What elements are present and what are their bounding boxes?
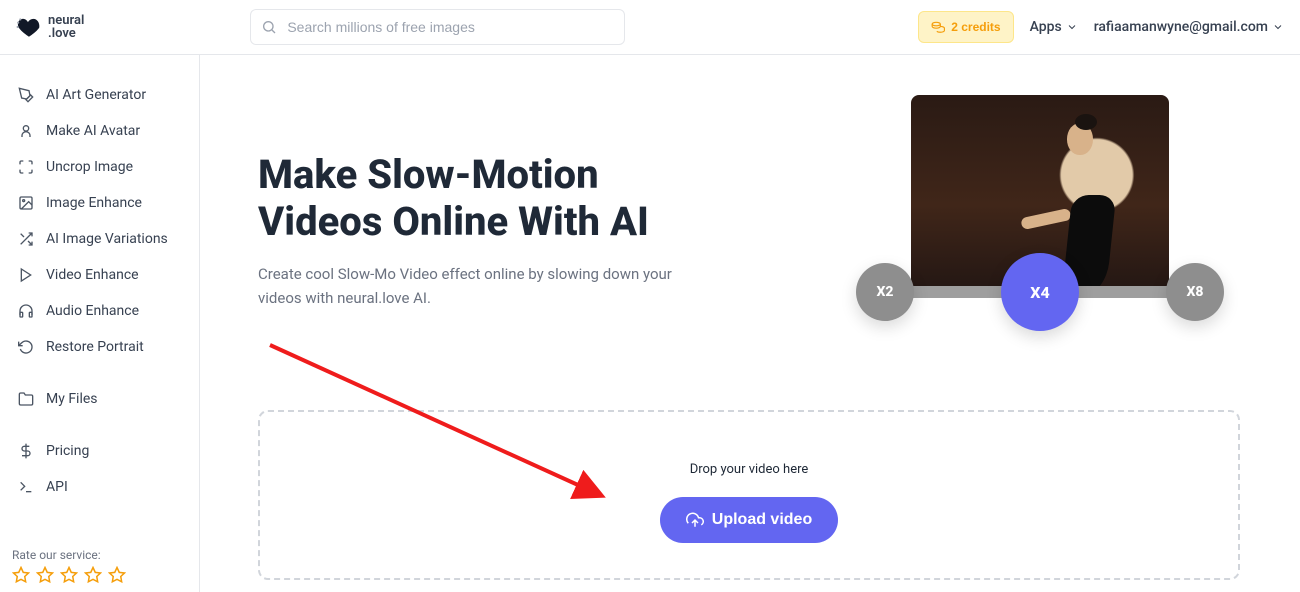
search-bar[interactable] (250, 9, 625, 45)
sidebar-secondary: My Files (0, 381, 199, 417)
speed-selector[interactable]: X2 X4 X8 (856, 253, 1224, 331)
upload-dropzone[interactable]: Drop your video here Upload video (258, 410, 1240, 580)
sidebar-item-my-files[interactable]: My Files (0, 381, 199, 417)
terminal-icon (18, 479, 34, 495)
credits-label: 2 credits (951, 20, 1000, 34)
star-icon[interactable] (108, 566, 126, 584)
star-icon[interactable] (36, 566, 54, 584)
sidebar-item-make-ai-avatar[interactable]: Make AI Avatar (0, 113, 199, 149)
sidebar-item-label: AI Image Variations (46, 231, 168, 247)
brand-name: neural .love (48, 14, 84, 40)
topbar: neural .love 2 credits Apps rafiaamanwyn… (0, 0, 1300, 55)
sidebar-item-label: Uncrop Image (46, 159, 133, 175)
sidebar-item-label: Video Enhance (46, 267, 139, 283)
star-icon[interactable] (60, 566, 78, 584)
speed-option-x8[interactable]: X8 (1166, 263, 1224, 321)
speed-option-x2[interactable]: X2 (856, 263, 914, 321)
sidebar-item-pricing[interactable]: Pricing (0, 433, 199, 469)
uncrop-icon (18, 159, 34, 175)
search-input[interactable] (285, 18, 614, 36)
sidebar-item-label: Image Enhance (46, 195, 142, 211)
sidebar-item-video-enhance[interactable]: Video Enhance (0, 257, 199, 293)
credits-badge[interactable]: 2 credits (918, 11, 1013, 43)
sidebar-item-ai-image-variations[interactable]: AI Image Variations (0, 221, 199, 257)
user-email: rafiaamanwyne@gmail.com (1094, 19, 1268, 35)
sidebar-primary: AI Art Generator Make AI Avatar Uncrop I… (0, 77, 199, 365)
sidebar-item-audio-enhance[interactable]: Audio Enhance (0, 293, 199, 329)
dropzone-hint: Drop your video here (690, 462, 809, 477)
star-icon[interactable] (12, 566, 30, 584)
enhance-image-icon (18, 195, 34, 211)
apps-menu[interactable]: Apps (1030, 19, 1078, 35)
sidebar-item-label: Pricing (46, 443, 89, 459)
rating-stars[interactable] (12, 566, 187, 584)
main-content: Make Slow-Motion Videos Online With AI C… (200, 55, 1300, 592)
sidebar-item-label: Make AI Avatar (46, 123, 140, 139)
avatar-icon (18, 123, 34, 139)
sidebar-tertiary: Pricing API (0, 433, 199, 505)
folder-icon (18, 391, 34, 407)
account-menu[interactable]: rafiaamanwyne@gmail.com (1094, 19, 1284, 35)
search-icon (261, 19, 277, 35)
sidebar-item-api[interactable]: API (0, 469, 199, 505)
sidebar-item-uncrop-image[interactable]: Uncrop Image (0, 149, 199, 185)
pen-icon (18, 87, 34, 103)
rate-service: Rate our service: (12, 548, 187, 584)
sidebar-item-label: Restore Portrait (46, 339, 144, 355)
apps-label: Apps (1030, 19, 1062, 35)
sidebar-item-restore-portrait[interactable]: Restore Portrait (0, 329, 199, 365)
play-icon (18, 267, 34, 283)
brand-logo[interactable]: neural .love (16, 14, 84, 40)
sidebar-item-label: Audio Enhance (46, 303, 139, 319)
upload-button-label: Upload video (712, 511, 812, 529)
sidebar-item-label: My Files (46, 391, 98, 407)
chevron-down-icon (1066, 21, 1078, 33)
coins-icon (931, 20, 945, 34)
variations-icon (18, 231, 34, 247)
page-title: Make Slow-Motion Videos Online With AI (258, 151, 698, 245)
upload-video-button[interactable]: Upload video (660, 497, 838, 543)
sidebar-item-ai-art-generator[interactable]: AI Art Generator (0, 77, 199, 113)
sidebar-item-image-enhance[interactable]: Image Enhance (0, 185, 199, 221)
rate-label: Rate our service: (12, 548, 187, 562)
heart-logo-icon (16, 14, 42, 40)
cloud-upload-icon (686, 511, 704, 529)
page-subtitle: Create cool Slow-Mo Video effect online … (258, 263, 718, 310)
chevron-down-icon (1272, 21, 1284, 33)
sidebar: AI Art Generator Make AI Avatar Uncrop I… (0, 55, 200, 592)
restore-icon (18, 339, 34, 355)
star-icon[interactable] (84, 566, 102, 584)
speed-option-x4[interactable]: X4 (1001, 253, 1079, 331)
dollar-icon (18, 443, 34, 459)
sidebar-item-label: API (46, 479, 68, 495)
hero-visual: X2 X4 X8 (880, 95, 1200, 295)
sidebar-item-label: AI Art Generator (46, 87, 146, 103)
headphones-icon (18, 303, 34, 319)
